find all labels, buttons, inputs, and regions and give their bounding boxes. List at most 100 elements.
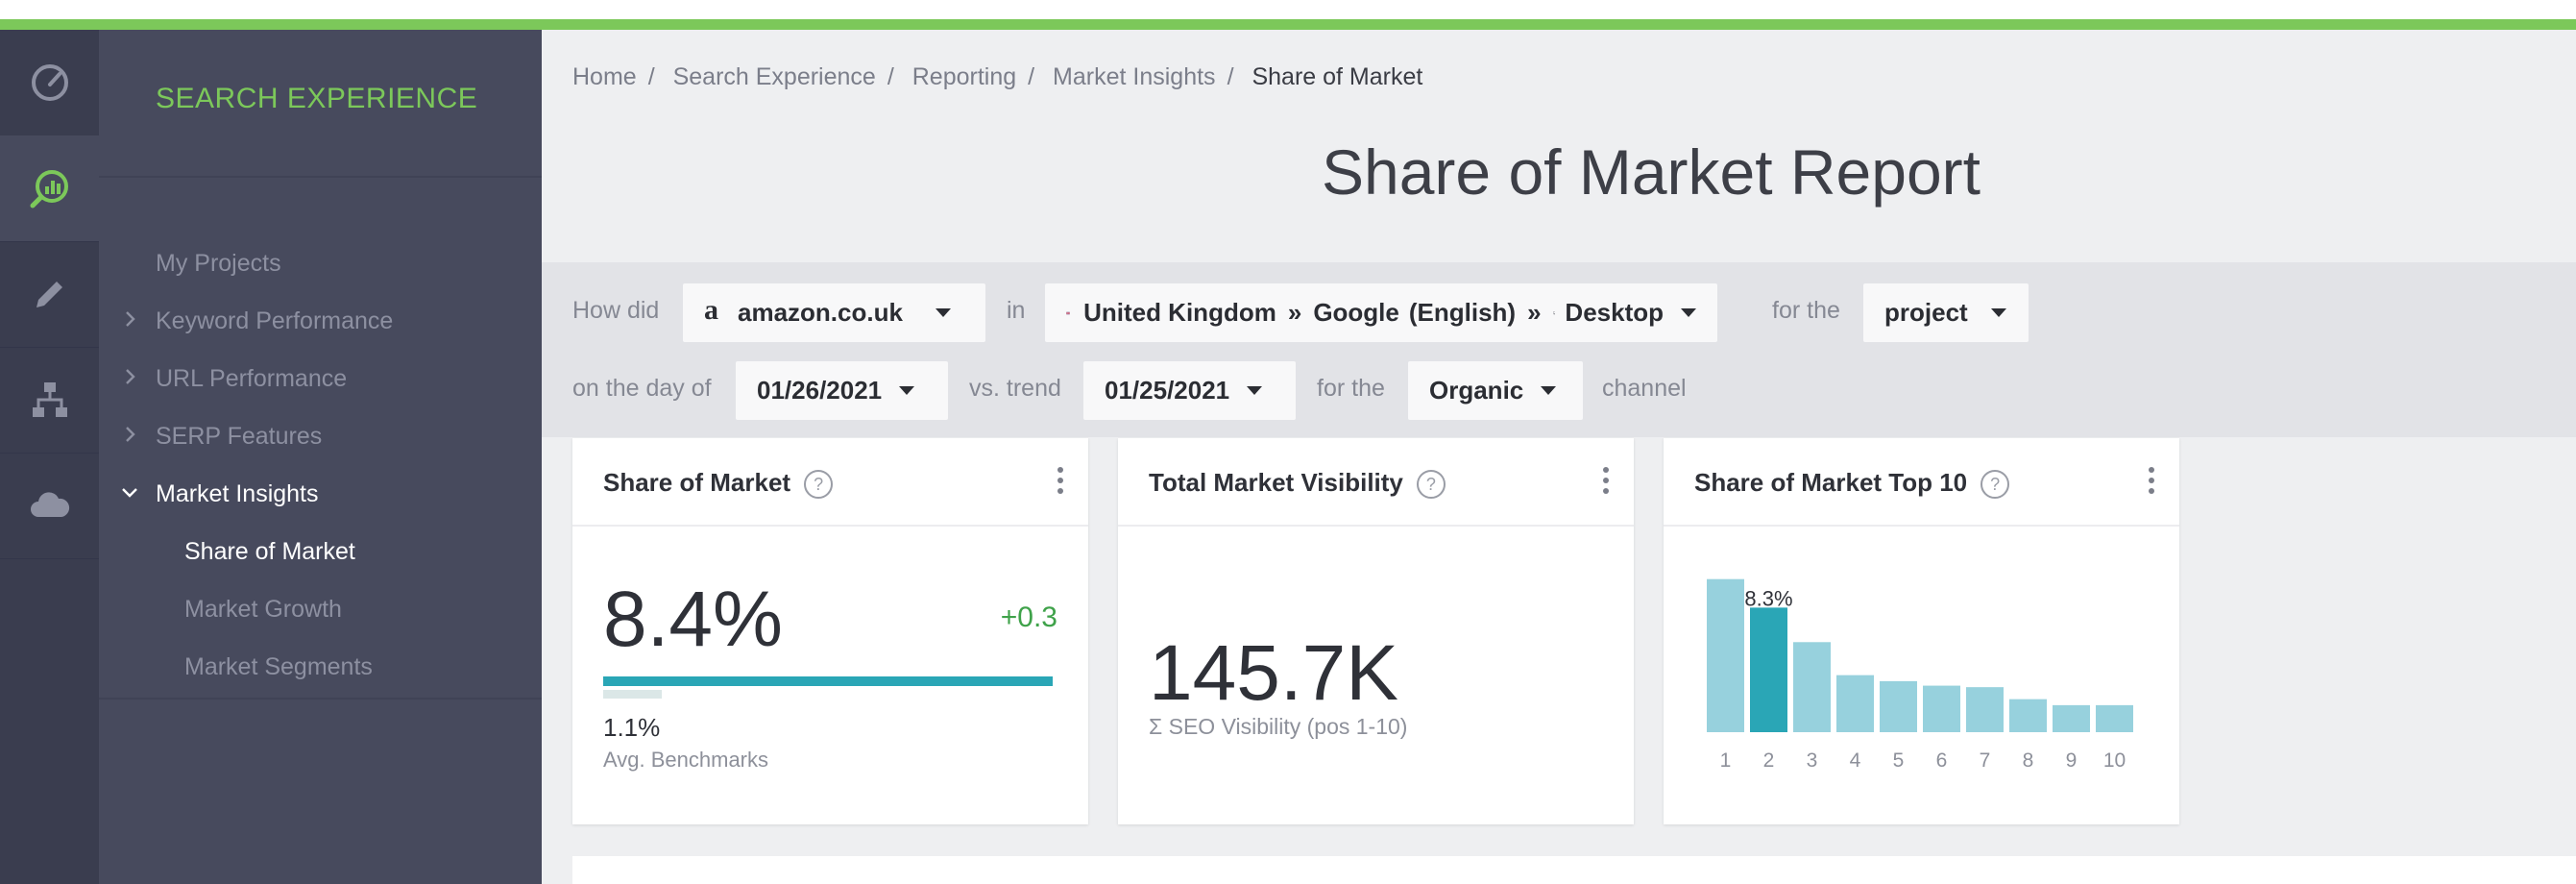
icon-rail [0, 30, 99, 884]
chevron-down-icon [899, 386, 915, 395]
filter-text-in: in [1007, 297, 1026, 324]
chevron-down-icon [935, 308, 951, 317]
accent-strip [0, 19, 2576, 30]
amazon-logo-icon: a [704, 293, 718, 326]
breadcrumb: Home / Search Experience / Reporting / Mark… [572, 63, 1423, 90]
language-value: (English) [1408, 298, 1517, 327]
chart-bar[interactable] [2053, 704, 2090, 732]
chart-bar[interactable] [1880, 680, 1917, 732]
share-progress-track [603, 676, 1053, 686]
cloud-icon [30, 492, 69, 517]
device-value: Desktop [1565, 298, 1664, 327]
chart-bar[interactable] [1836, 675, 1874, 732]
chevron-right-icon [126, 369, 135, 384]
chart-bar[interactable] [2009, 699, 2047, 732]
separator-arrow: » [1527, 298, 1542, 327]
x-tick-label: 5 [1893, 749, 1905, 772]
breadcrumb-home[interactable]: Home [572, 63, 637, 90]
sidebar-divider [99, 176, 542, 178]
page-title: Share of Market Report [1322, 136, 1981, 208]
share-progress-fill [603, 676, 1053, 686]
sidebar-item-serp-features[interactable]: SERP Features [126, 423, 322, 451]
domain-value: amazon.co.uk [738, 298, 903, 327]
sidebar-item-keyword-performance[interactable]: Keyword Performance [126, 307, 394, 335]
uk-flag-icon [1066, 311, 1071, 314]
rail-market-insights[interactable] [0, 135, 99, 242]
chevron-down-icon [122, 488, 137, 498]
share-delta: +0.3 [1000, 602, 1057, 633]
chart-bar[interactable] [2096, 704, 2133, 732]
rail-cloud[interactable] [0, 453, 99, 559]
bar-data-label: 8.3% [1744, 586, 1792, 610]
chevron-right-icon [126, 311, 135, 327]
gauge-icon [31, 64, 68, 101]
chevron-down-icon [1681, 308, 1696, 317]
chart-bar[interactable] [1923, 685, 1960, 732]
sidebar-item-label: Share of Market [184, 538, 355, 565]
more-options-icon[interactable] [2149, 467, 2154, 499]
sidebar-subitem-market-growth[interactable]: Market Growth [184, 596, 342, 624]
visibility-value: 145.7K [1149, 629, 1398, 717]
channel-select[interactable]: Organic [1408, 361, 1583, 420]
sidebar-item-label: Market Insights [156, 480, 319, 507]
chevron-down-icon [1990, 308, 2006, 317]
sidebar-item-label: Market Growth [184, 596, 342, 623]
more-options-icon[interactable] [1057, 467, 1063, 499]
help-icon[interactable]: ? [1981, 470, 2010, 500]
x-tick-label: 9 [2066, 749, 2078, 772]
chart-bar[interactable] [1793, 642, 1831, 732]
scope-select[interactable]: project [1863, 283, 2029, 342]
benchmark-value: 1.1% [603, 713, 661, 742]
help-icon[interactable]: ? [1416, 470, 1446, 500]
total-market-visibility-card: Total Market Visibility? 145.7K Σ SEO Vi… [1118, 438, 1634, 824]
chart-bar[interactable] [1750, 607, 1787, 732]
separator-arrow: » [1287, 298, 1302, 327]
sidebar-item-label: Keyword Performance [156, 307, 394, 334]
rail-dashboard[interactable] [0, 30, 99, 136]
pencil-icon [36, 282, 62, 307]
card-header: Share of Market Top 10? [1664, 438, 2179, 527]
breadcrumb-market-insights[interactable]: Market Insights [1053, 63, 1216, 90]
share-of-market-card: Share of Market? 8.4% +0.3 1.1% Avg. Ben… [572, 438, 1088, 824]
x-tick-label: 10 [2103, 749, 2126, 772]
card-title: Share of Market Top 10? [1694, 468, 2010, 500]
sidebar-divider [99, 698, 542, 700]
sidebar-item-label: Market Segments [184, 653, 373, 680]
rail-editor[interactable] [0, 241, 99, 348]
more-options-icon[interactable] [1603, 467, 1609, 499]
x-tick-label: 2 [1763, 749, 1775, 772]
sidebar-item-url-performance[interactable]: URL Performance [126, 365, 348, 393]
sidebar-item-market-insights[interactable]: Market Insights [122, 480, 319, 508]
market-select[interactable]: United Kingdom » Google (English) » Desk… [1045, 283, 1717, 342]
x-tick-label: 4 [1850, 749, 1861, 772]
filter-text-for-the: for the [1772, 297, 1840, 324]
date-select[interactable]: 01/26/2021 [736, 361, 948, 420]
card-title: Total Market Visibility? [1149, 468, 1446, 500]
x-tick-label: 1 [1720, 749, 1732, 772]
brand-title: SEARCH EXPERIENCE [156, 83, 478, 114]
breadcrumb-current: Share of Market [1252, 63, 1423, 90]
sidebar-subitem-market-segments[interactable]: Market Segments [184, 653, 373, 681]
filter-bar: How did a amazon.co.uk in United Kingdom… [542, 262, 2576, 437]
trend-date-select[interactable]: 01/25/2021 [1083, 361, 1296, 420]
chevron-down-icon [1247, 386, 1263, 395]
chart-bar[interactable] [1707, 578, 1744, 732]
scope-value: project [1884, 298, 1968, 327]
x-tick-label: 6 [1936, 749, 1948, 772]
help-icon[interactable]: ? [804, 470, 834, 500]
sidebar-item-my-projects[interactable]: My Projects [156, 250, 281, 278]
breadcrumb-reporting[interactable]: Reporting [912, 63, 1016, 90]
chevron-down-icon [1541, 386, 1557, 395]
domain-select[interactable]: a amazon.co.uk [683, 283, 985, 342]
breadcrumb-search-experience[interactable]: Search Experience [673, 63, 876, 90]
sidebar-subitem-share-of-market[interactable]: Share of Market [184, 538, 355, 566]
rail-sitemap[interactable] [0, 347, 99, 454]
filter-text-vs-trend: vs. trend [969, 375, 1061, 402]
chart-bar[interactable] [1966, 687, 2004, 732]
date-value: 01/26/2021 [757, 376, 883, 405]
sidebar-item-label: URL Performance [156, 365, 348, 392]
x-tick-label: 8 [2023, 749, 2034, 772]
sidebar: SEARCH EXPERIENCE My Projects Keyword Pe… [99, 30, 542, 884]
chevron-right-icon [126, 427, 135, 442]
top10-bar-chart: 1 2 8.3% 3 4 5 6 7 8 9 10 [1707, 578, 2133, 772]
